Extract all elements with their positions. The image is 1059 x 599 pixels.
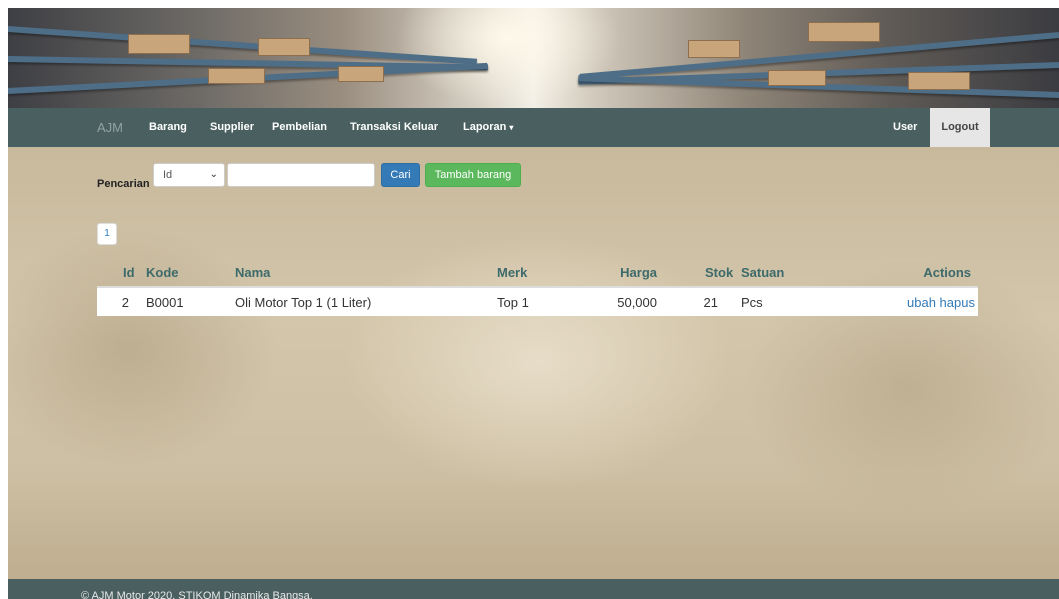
warehouse-banner [8, 8, 1059, 108]
search-field-value: Id [163, 169, 173, 181]
cell-actions: ubah hapus [907, 295, 975, 310]
column-header-merk: Merk [497, 265, 528, 280]
cell-harga: 50,000 [617, 295, 657, 310]
box-decoration [908, 72, 970, 90]
search-button[interactable]: Cari [381, 163, 420, 187]
cell-nama: Oli Motor Top 1 (1 Liter) [235, 295, 372, 310]
nav-laporan-dropdown[interactable]: Laporan ▾ [463, 121, 513, 133]
chevron-down-icon: ⌄ [209, 169, 218, 180]
nav-transaksi-keluar[interactable]: Transaksi Keluar [350, 121, 438, 133]
column-header-nama: Nama [235, 265, 271, 280]
cell-merk: Top 1 [497, 295, 529, 310]
pagination-page[interactable]: 1 [97, 223, 117, 245]
cell-satuan: Pcs [741, 295, 763, 310]
column-header-actions: Actions [923, 265, 971, 280]
table-row: 2 B0001 Oli Motor Top 1 (1 Liter) Top 1 … [97, 288, 978, 316]
cell-id: 2 [121, 295, 129, 310]
delete-link[interactable]: hapus [940, 295, 975, 310]
search-input[interactable] [227, 163, 375, 187]
box-decoration [808, 22, 880, 42]
nav-pembelian[interactable]: Pembelian [272, 121, 327, 133]
nav-laporan-label: Laporan [463, 121, 507, 133]
footer: © AJM Motor 2020. STIKOM Dinamika Bangsa… [8, 579, 1059, 599]
app-frame: AJM Barang Supplier Pembelian Transaksi … [8, 8, 1059, 599]
footer-copyright: © AJM Motor 2020. STIKOM Dinamika Bangsa… [81, 590, 313, 599]
add-item-button[interactable]: Tambah barang [425, 163, 521, 187]
column-header-kode: Kode [146, 265, 179, 280]
nav-supplier[interactable]: Supplier [210, 121, 254, 133]
box-decoration [338, 66, 384, 82]
column-header-stok: Stok [705, 265, 734, 280]
box-decoration [258, 38, 310, 56]
box-decoration [768, 70, 826, 86]
main-content: Pencarian Id ⌄ Cari Tambah barang 1 Id K… [8, 147, 1059, 579]
search-label: Pencarian [97, 178, 150, 190]
column-header-satuan: Satuan [741, 265, 785, 280]
logout-button[interactable]: Logout [930, 108, 990, 147]
brand-logo[interactable]: AJM [97, 120, 123, 135]
nav-barang[interactable]: Barang [149, 121, 187, 133]
search-field-select[interactable]: Id ⌄ [153, 163, 225, 187]
column-header-id: Id [123, 265, 135, 280]
cell-stok: 21 [703, 295, 718, 310]
nav-user[interactable]: User [893, 121, 917, 133]
navbar: AJM Barang Supplier Pembelian Transaksi … [8, 108, 1059, 147]
box-decoration [128, 34, 190, 54]
box-decoration [688, 40, 740, 58]
cell-kode: B0001 [146, 295, 184, 310]
box-decoration [208, 68, 265, 84]
column-header-harga: Harga [620, 265, 657, 280]
edit-link[interactable]: ubah [907, 295, 936, 310]
caret-down-icon: ▾ [509, 123, 514, 132]
